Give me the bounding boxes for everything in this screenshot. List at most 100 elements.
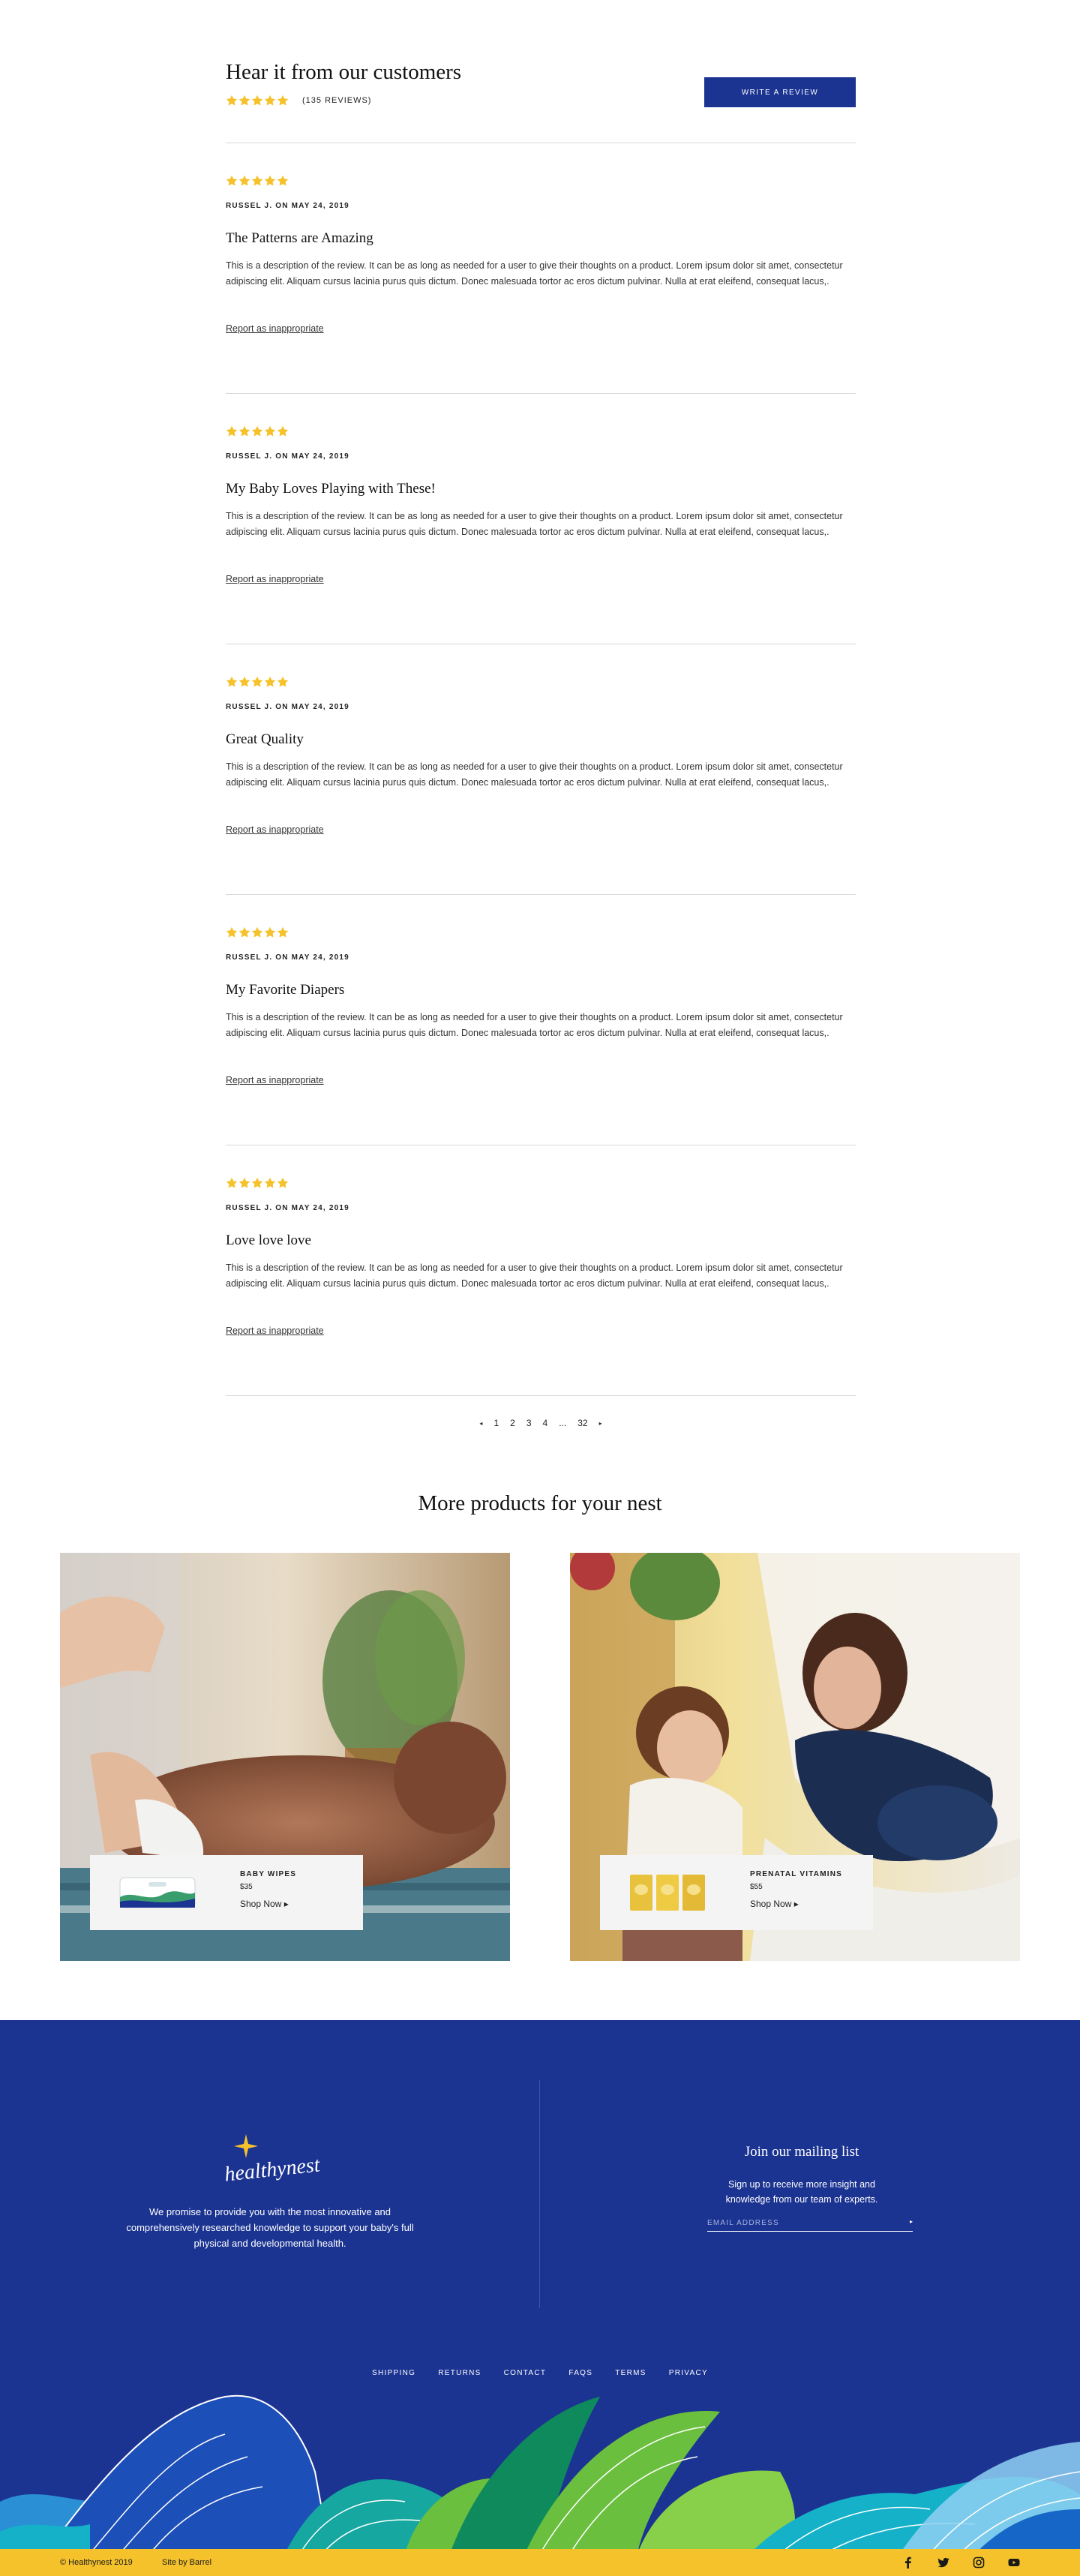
star-icon [226,95,238,107]
report-link[interactable]: Report as inappropriate [226,824,324,835]
baby-wipes-package-image [119,1877,196,1908]
shop-now-link[interactable]: Shop Now ▸ [750,1899,799,1909]
review-body: This is a description of the review. It … [226,761,843,788]
star-icon [277,425,289,437]
footer-link-returns[interactable]: RETURNS [438,2369,481,2377]
write-review-button[interactable]: WRITE A REVIEW [704,77,856,107]
star-icon [277,1177,289,1189]
star-icon [226,425,238,437]
page-link[interactable]: 2 [510,1418,515,1428]
social-links [902,2556,1020,2568]
product-name: BABY WIPES [240,1870,297,1878]
star-icon [264,1177,276,1189]
reviews-header: Hear it from our customers (135 REVIEWS)… [226,57,856,143]
review-stars [226,676,289,688]
page-link[interactable]: 4 [543,1418,548,1428]
footer-nav: SHIPPING RETURNS CONTACT FAQS TERMS PRIV… [0,2369,1080,2377]
reviews-title: Hear it from our customers [226,60,462,84]
footer-link-privacy[interactable]: PRIVACY [669,2369,708,2377]
star-icon [238,425,250,437]
decorative-waves-illustration [0,2394,1080,2553]
product-tile-prenatal-vitamins[interactable]: PRENATAL VITAMINS $55 Shop Now ▸ [570,1553,1020,1961]
star-icon [277,95,289,107]
star-icon [226,1177,238,1189]
report-link[interactable]: Report as inappropriate [226,1326,324,1336]
review-body: This is a description of the review. It … [226,1262,843,1289]
product-card: BABY WIPES $35 Shop Now ▸ [90,1855,363,1930]
star-icon [277,926,289,938]
footer-link-faqs[interactable]: FAQS [568,2369,592,2377]
review-count: (135 REVIEWS) [302,96,372,105]
shop-now-link[interactable]: Shop Now ▸ [240,1899,289,1909]
review-body: This is a description of the review. It … [226,1012,843,1038]
youtube-icon[interactable] [1008,2556,1020,2568]
page-link[interactable]: 3 [526,1418,532,1428]
review-author: RUSSEL J. ON MAY 24, 2019 [226,1204,350,1212]
review-card: RUSSEL J. ON MAY 24, 2019 My Baby Loves … [226,394,856,644]
product-tile-baby-wipes[interactable]: BABY WIPES $35 Shop Now ▸ [60,1553,510,1961]
review-stars [226,926,289,938]
star-icon [238,175,250,187]
footer-link-terms[interactable]: TERMS [615,2369,646,2377]
instagram-icon[interactable] [973,2556,985,2568]
review-card: RUSSEL J. ON MAY 24, 2019 My Favorite Di… [226,895,856,1145]
report-link[interactable]: Report as inappropriate [226,1075,324,1085]
product-price: $35 [240,1883,253,1891]
page-link[interactable]: 32 [578,1418,587,1428]
facebook-icon[interactable] [902,2556,914,2568]
pagination: ◂ 1 2 3 4 ... 32 ▸ [226,1418,856,1428]
review-stars [226,425,289,437]
star-icon [238,676,250,688]
review-title: Love love love [226,1232,311,1248]
footer-link-shipping[interactable]: SHIPPING [372,2369,416,2377]
review-author: RUSSEL J. ON MAY 24, 2019 [226,202,350,210]
svg-text:healthynest: healthynest [224,2153,322,2185]
submit-arrow-icon[interactable]: ▸ [910,2218,913,2225]
review-author: RUSSEL J. ON MAY 24, 2019 [226,703,350,711]
star-icon [251,676,263,688]
footer-divider [539,2080,540,2308]
product-name: PRENATAL VITAMINS [750,1870,842,1878]
review-title: Great Quality [226,731,304,747]
chevron-left-icon[interactable]: ◂ [479,1420,482,1427]
review-card: RUSSEL J. ON MAY 24, 2019 The Patterns a… [226,143,856,394]
prenatal-vitamins-boxes-image [630,1875,705,1911]
star-icon [238,1177,250,1189]
star-icon [264,425,276,437]
page-link[interactable]: 1 [494,1418,499,1428]
page-ellipsis: ... [559,1418,567,1428]
star-icon [277,676,289,688]
star-icon [251,425,263,437]
footer-bottom-bar: © Healthynest 2019 Site by Barrel [0,2549,1080,2576]
twitter-icon[interactable] [938,2556,950,2568]
site-credit-link[interactable]: Site by Barrel [162,2558,212,2567]
email-signup: ▸ [707,2215,913,2232]
mailing-list-title: Join our mailing list [744,2144,860,2160]
report-link[interactable]: Report as inappropriate [226,323,324,334]
review-title: My Favorite Diapers [226,982,345,998]
star-icon [251,175,263,187]
star-icon [226,676,238,688]
rating-summary: (135 REVIEWS) [226,95,371,107]
star-icon [226,926,238,938]
copyright: © Healthynest 2019 [60,2558,133,2567]
star-icon [277,175,289,187]
star-icon [226,175,238,187]
chevron-right-icon[interactable]: ▸ [599,1420,602,1427]
review-card: RUSSEL J. ON MAY 24, 2019 Love love love… [226,1145,856,1396]
star-icon [238,926,250,938]
review-title: My Baby Loves Playing with These! [226,481,436,497]
site-footer: healthynest We promise to provide you wi… [0,2020,1080,2576]
report-link[interactable]: Report as inappropriate [226,574,324,584]
review-author: RUSSEL J. ON MAY 24, 2019 [226,953,350,962]
email-input[interactable] [707,2215,895,2231]
rating-stars [226,95,289,107]
star-icon [264,175,276,187]
healthynest-logo[interactable]: healthynest [216,2133,328,2187]
review-author: RUSSEL J. ON MAY 24, 2019 [226,452,350,461]
footer-link-contact[interactable]: CONTACT [504,2369,547,2377]
review-body: This is a description of the review. It … [226,511,843,537]
star-icon [251,95,263,107]
star-icon [264,95,276,107]
brand-promise: We promise to provide you with the most … [126,2206,414,2249]
